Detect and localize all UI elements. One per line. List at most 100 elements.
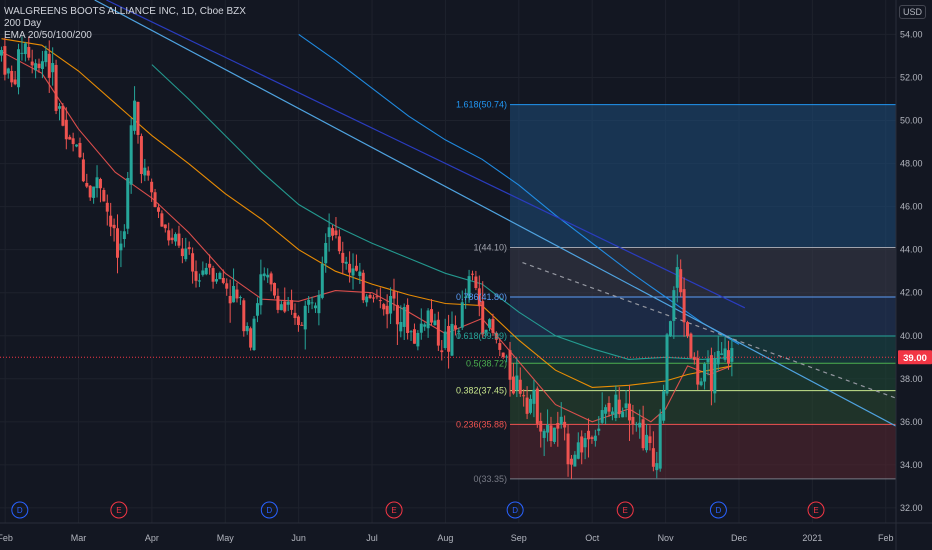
time-tick-label: 2021 [802,533,822,543]
candle-body [242,300,246,332]
candle-body [399,322,403,332]
candle-body [532,389,536,404]
time-tick-label: Sep [511,533,527,543]
candle-body [23,43,27,55]
candle-body [211,268,215,282]
earnings-marker-label: E [116,506,121,515]
candle-body [95,177,99,189]
candle-body [109,215,113,227]
candle-body [713,358,717,394]
candle-body [440,350,444,353]
candle-body [68,136,72,140]
candle-body [365,296,369,303]
candle-body [92,186,96,198]
candle-body [378,300,382,302]
candle-body [535,388,539,424]
price-tick-label: 48.00 [900,159,923,169]
candle-body [389,296,393,314]
candle-body [34,63,38,71]
candle-body [624,403,628,408]
candle-body [679,269,683,293]
candle-body [515,375,519,391]
candle-body [593,435,597,441]
candle-body [160,213,164,227]
candle-body [638,422,642,428]
price-tick-label: 42.00 [900,288,923,298]
candle-body [668,321,672,336]
candle-body [699,381,703,386]
candle-body [30,61,34,66]
candle-body [129,125,133,185]
candle-body [556,422,560,429]
candle-body [358,271,362,276]
candle-body [474,276,478,289]
time-tick-label: Dec [731,533,748,543]
candle-body [617,399,621,415]
candle-body [648,436,652,443]
dividend-marker-label: D [512,506,518,515]
candle-body [631,416,635,425]
candle-body [488,319,492,328]
candle-body [573,454,577,467]
candle-body [262,273,266,277]
candle-body [303,305,307,330]
earnings-marker-label: E [623,506,628,515]
candle-body [214,279,218,282]
candle-body [511,376,515,394]
candle-body [232,285,236,303]
candle-body [672,290,676,321]
candle-body [686,322,690,337]
price-tick-label: 52.00 [900,72,923,82]
price-chart[interactable]: 1.618(50.74) 1(44.10) 0.786(41.80) 0.618(39… [0,0,932,550]
candle-body [580,436,584,453]
candle-body [621,411,625,418]
candle-body [85,183,89,187]
candle-body [0,49,3,56]
candle-body [98,178,102,189]
fib-level-label: 0(33.35) [473,474,507,484]
dividend-marker-label: D [716,506,722,515]
candle-body [191,253,195,272]
candle-body [266,274,270,278]
indicator-ema[interactable]: EMA 20/50/100/200 [4,30,246,42]
candle-body [447,325,451,352]
candle-body [361,272,365,301]
candle-body [662,391,666,421]
symbol-title[interactable]: WALGREENS BOOTS ALLIANCE INC, 1D, Cboe B… [4,6,246,18]
price-tick-label: 54.00 [900,29,923,39]
candle-body [235,289,239,299]
candle-body [317,295,321,314]
candle-body [525,397,529,414]
candle-body [218,272,222,280]
candle-body [696,358,700,385]
candle-body [150,181,154,193]
candle-body [392,291,396,299]
candle-body [529,398,533,413]
candle-body [47,53,51,78]
candle-body [259,274,263,306]
candle-body [75,144,79,147]
candle-body [37,63,41,69]
time-tick-label: Jun [291,533,306,543]
candle-body [146,170,150,176]
candle-body [341,252,345,263]
candle-body [221,277,225,283]
candle-body [453,325,457,329]
indicator-200-day[interactable]: 200 Day [4,18,246,30]
candle-body [54,64,58,111]
candle-body [102,189,106,202]
candle-body [426,310,430,329]
currency-badge[interactable]: USD [898,5,926,19]
candle-body [71,138,75,145]
candle-body [17,49,21,88]
fibonacci-retracement[interactable] [510,104,896,480]
candle-body [395,304,399,325]
candle-body [433,320,437,326]
dividend-marker-label: D [266,506,272,515]
candle-body [320,263,324,298]
candle-body [481,301,485,335]
candle-body [563,421,567,428]
candle-body [730,348,734,362]
price-tick-label: 46.00 [900,202,923,212]
candle-body [286,301,290,305]
